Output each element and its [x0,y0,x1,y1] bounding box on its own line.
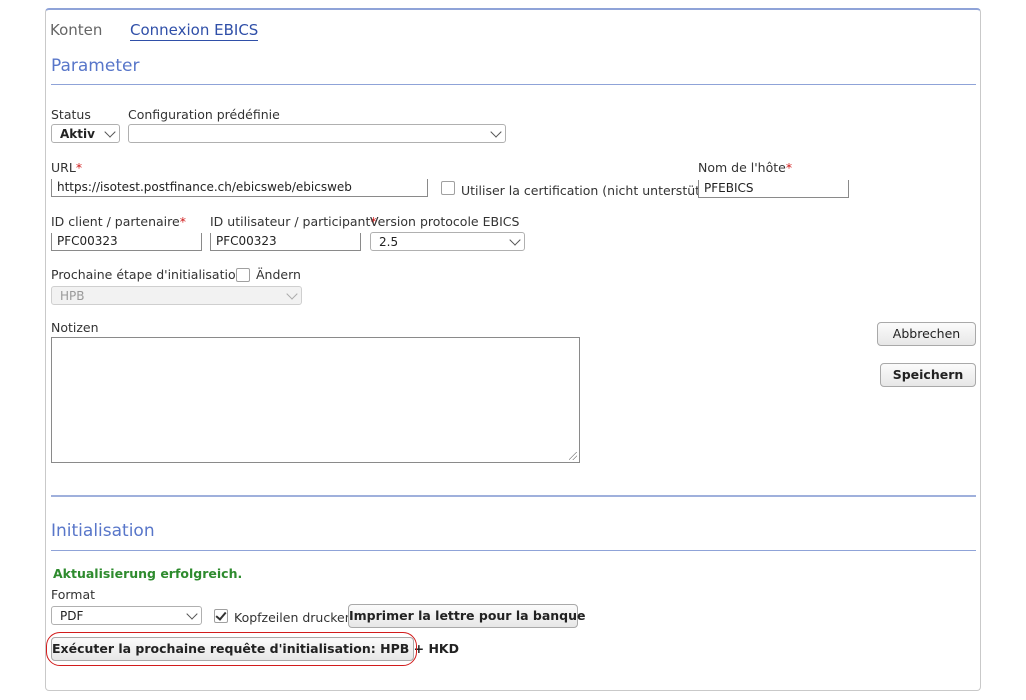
initialisation-section-title: Initialisation [51,521,155,541]
tab-connexion-ebics[interactable]: Connexion EBICS [130,21,259,41]
config-select[interactable] [128,124,506,143]
chevron-down-icon [286,288,298,300]
format-label: Format [51,587,96,602]
change-checkbox[interactable] [236,268,250,282]
host-field[interactable]: PFEBICS [698,180,849,198]
certification-checkbox[interactable] [441,181,455,195]
config-label: Configuration prédéfinie [128,107,280,122]
next-step-value: HPB [60,289,85,303]
format-value: PDF [60,609,84,623]
next-step-select: HPB [51,286,302,305]
initialisation-divider [51,550,976,551]
client-id-field[interactable]: PFC00323 [51,233,202,251]
tab-konten[interactable]: Konten [50,21,102,39]
resize-handle-icon[interactable] [569,452,577,460]
next-step-label: Prochaine étape d'initialisation [51,267,244,282]
protocol-value: 2.5 [379,235,399,249]
cancel-button[interactable]: Abbrechen [877,322,976,346]
protocol-select[interactable]: 2.5 [370,232,525,251]
chevron-down-icon [186,608,198,620]
chevron-down-icon [509,234,521,246]
parameter-section-title: Parameter [51,56,140,76]
status-select[interactable]: Aktiv [51,124,120,143]
highlight-outline [46,632,417,666]
save-button[interactable]: Speichern [880,363,976,387]
format-select[interactable]: PDF [51,606,202,625]
status-label: Status [51,107,91,122]
chevron-down-icon [490,126,502,138]
print-letter-button[interactable]: Imprimer la lettre pour la banque [348,604,586,628]
headers-checkbox[interactable] [214,609,228,623]
url-label: URL* [51,160,83,175]
host-label: Nom de l'hôte* [698,160,793,175]
headers-label: Kopfzeilen drucken [234,610,353,625]
url-field[interactable]: https://isotest.postfinance.ch/ebicsweb/… [51,179,428,197]
chevron-down-icon [104,126,116,138]
user-id-label: ID utilisateur / participant* [210,214,377,229]
certification-label: Utiliser la certification (nicht unterst… [461,183,717,198]
parameter-divider [51,84,976,85]
notes-textarea[interactable] [51,337,580,463]
notes-label: Notizen [51,320,99,335]
change-label: Ändern [256,267,301,282]
success-message: Aktualisierung erfolgreich. [53,566,243,581]
protocol-label: Version protocole EBICS [370,214,520,229]
status-value: Aktiv [60,127,95,141]
section-divider [51,495,976,497]
user-id-field[interactable]: PFC00323 [210,233,361,251]
client-id-label: ID client / partenaire* [51,214,186,229]
